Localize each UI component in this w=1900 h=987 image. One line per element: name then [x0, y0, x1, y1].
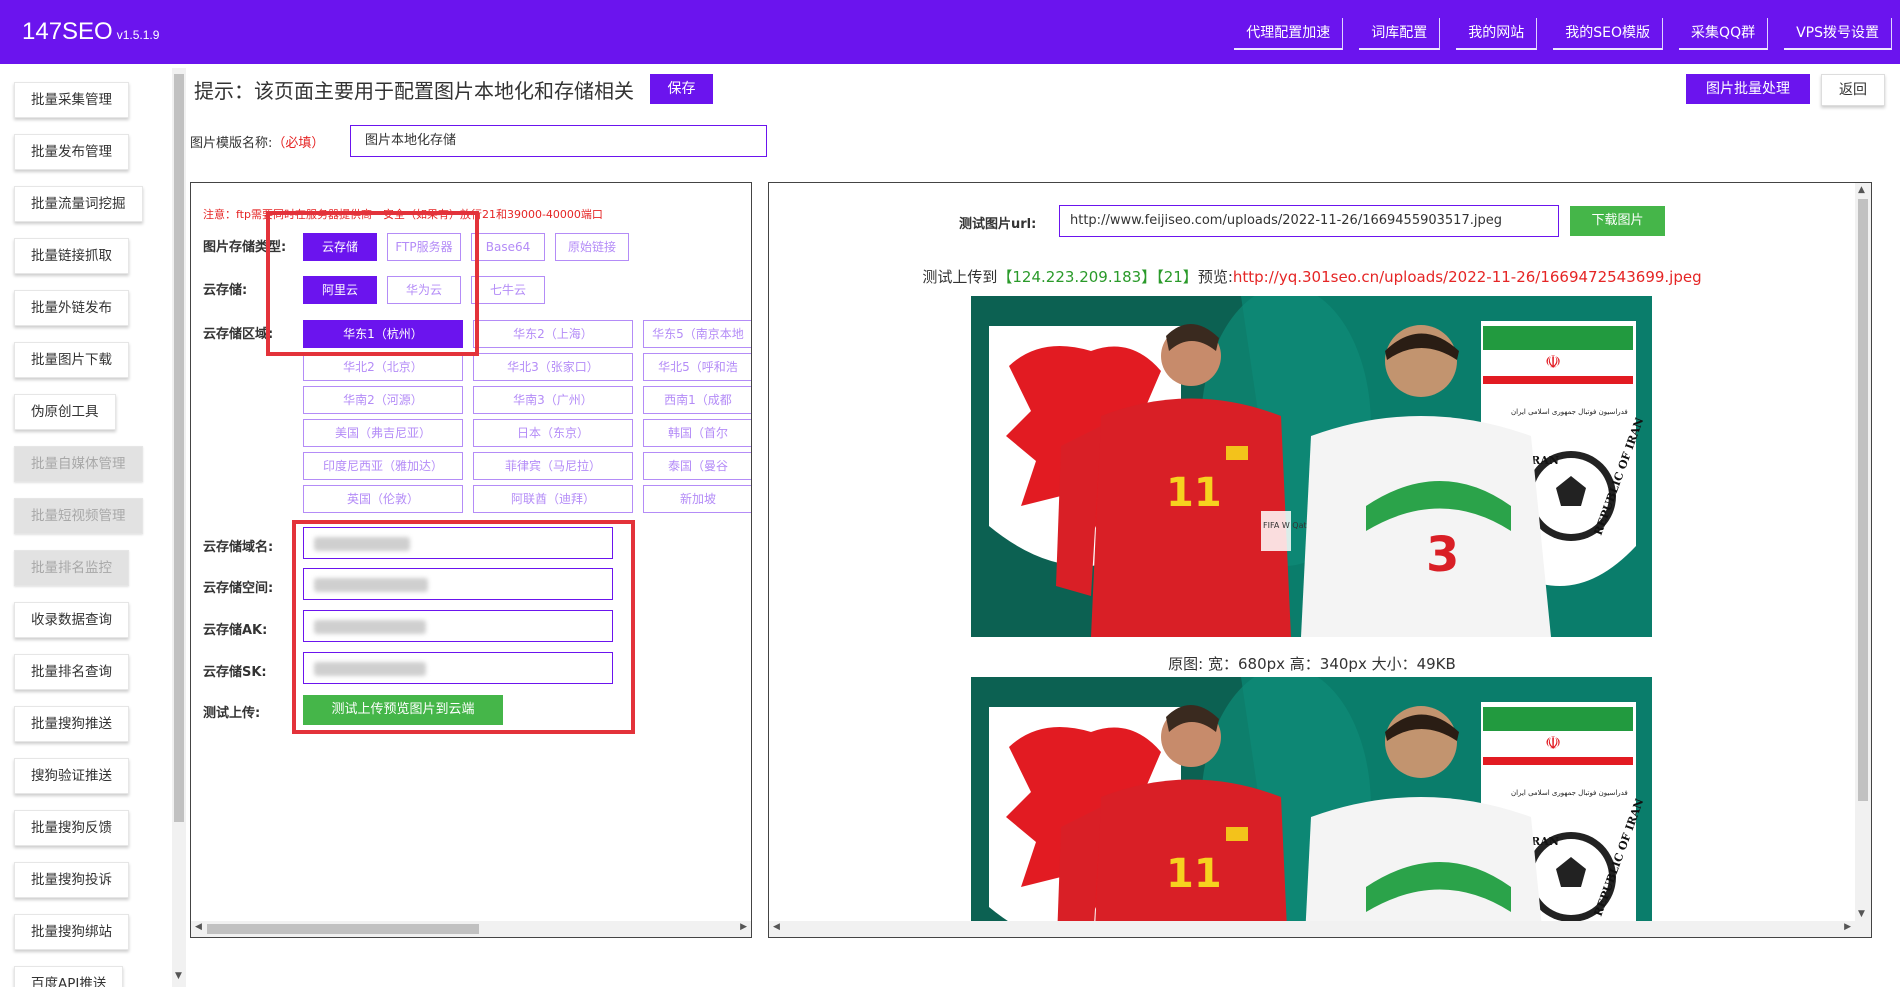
fifa-logo-text: FIFA W Qat — [1263, 521, 1307, 530]
test-upload-label: 测试上传: — [203, 706, 261, 721]
iran-emblem-icon: ☫ — [1545, 733, 1561, 754]
required-mark: （必填） — [272, 136, 325, 151]
sidebar-item-13[interactable]: 搜狗验证推送 — [14, 758, 129, 794]
back-button[interactable]: 返回 — [1821, 74, 1885, 106]
storage-type-option-3[interactable]: 原始链接 — [555, 233, 629, 261]
scroll-right-arrow-icon[interactable]: ▶ — [740, 922, 747, 932]
image-meta: 原图: 宽：680px 高：340px 大小：49KB — [1168, 655, 1456, 673]
app-brand: 147SEO v1.5.1.9 — [22, 18, 159, 46]
scroll-left-arrow-icon[interactable]: ◀ — [773, 922, 780, 932]
nav-my-seo-templates[interactable]: 我的SEO模版 — [1553, 18, 1664, 50]
region-option-4-2[interactable]: 泰国（曼谷 — [643, 452, 751, 480]
jersey-number-right: 3 — [1426, 527, 1459, 583]
right-vscroll-thumb[interactable] — [1858, 199, 1868, 801]
sidebar-item-16[interactable]: 批量搜狗绑站 — [14, 914, 129, 950]
region-option-3-0[interactable]: 美国（弗吉尼亚） — [303, 419, 463, 447]
nav-my-sites[interactable]: 我的网站 — [1456, 18, 1538, 50]
top-bar: 147SEO v1.5.1.9 代理配置加速 词库配置 我的网站 我的SEO模版 … — [0, 0, 1900, 64]
sidebar-item-1[interactable]: 批量发布管理 — [14, 134, 129, 170]
region-option-0-2[interactable]: 华东5（南京本地 — [643, 320, 751, 348]
highlight-box-storage-type — [266, 211, 479, 356]
preview-port: 【21】 — [1156, 268, 1198, 286]
sidebar-item-7[interactable]: 批量自媒体管理 — [14, 446, 143, 482]
sidebar-item-6[interactable]: 伪原创工具 — [14, 394, 116, 430]
sidebar-scrollbar[interactable]: ▼ — [172, 68, 186, 987]
scroll-left-arrow-icon[interactable]: ◀ — [195, 922, 202, 932]
cloud-option-2[interactable]: 七牛云 — [471, 276, 545, 304]
app-version: v1.5.1.9 — [116, 28, 160, 42]
ak-label: 云存储AK: — [203, 623, 268, 638]
sidebar-item-12[interactable]: 批量搜狗推送 — [14, 706, 129, 742]
sidebar: 批量采集管理 批量发布管理 批量流量词挖掘 批量链接抓取 批量外链发布 批量图片下载 伪原创… — [0, 64, 187, 987]
preview-link[interactable]: http://yq.301seo.cn/uploads/2022-11-26/1… — [1233, 268, 1702, 286]
test-url-label: 测试图片url: — [959, 217, 1037, 232]
download-image-button[interactable]: 下载图片 — [1570, 206, 1665, 236]
region-option-2-2[interactable]: 西南1（成都 — [643, 386, 751, 414]
space-label: 云存储空间: — [203, 581, 274, 596]
region-label: 云存储区域: — [203, 327, 274, 342]
sidebar-item-14[interactable]: 批量搜狗反馈 — [14, 810, 129, 846]
scroll-right-arrow-icon[interactable]: ▶ — [1844, 922, 1851, 932]
sidebar-item-17[interactable]: 百度API推送 — [14, 966, 124, 987]
nav-proxy-config[interactable]: 代理配置加速 — [1234, 18, 1344, 50]
test-url-input[interactable]: http://www.feijiseo.com/uploads/2022-11-… — [1059, 205, 1559, 237]
scroll-down-arrow-icon[interactable]: ▼ — [1858, 909, 1865, 919]
original-image: ☫ فدراسيون فوتبال جمهوری اسلامی ايران IR… — [971, 296, 1652, 637]
region-option-3-1[interactable]: 日本（东京） — [473, 419, 633, 447]
sidebar-item-9[interactable]: 批量排名监控 — [14, 550, 129, 586]
region-option-2-0[interactable]: 华南2（河源） — [303, 386, 463, 414]
sidebar-item-2[interactable]: 批量流量词挖掘 — [14, 186, 143, 222]
sidebar-item-15[interactable]: 批量搜狗投诉 — [14, 862, 129, 898]
region-option-5-1[interactable]: 阿联酋（迪拜） — [473, 485, 633, 513]
left-panel-hscrollbar[interactable]: ◀ ▶ — [191, 921, 751, 937]
region-option-0-1[interactable]: 华东2（上海） — [473, 320, 633, 348]
region-option-5-2[interactable]: 新加坡 — [643, 485, 751, 513]
preview-ip: 【124.223.209.183】 — [997, 268, 1157, 286]
template-name-input[interactable]: 图片本地化存储 — [350, 125, 767, 157]
region-option-1-2[interactable]: 华北5（呼和浩 — [643, 353, 751, 381]
scroll-down-arrow-icon[interactable]: ▼ — [175, 971, 182, 981]
iran-emblem-icon: ☫ — [1545, 352, 1561, 373]
region-option-3-2[interactable]: 韩国（首尔 — [643, 419, 751, 447]
image-preview-panel: 测试图片url: http://www.feijiseo.com/uploads… — [768, 182, 1872, 938]
sk-label: 云存储SK: — [203, 665, 267, 680]
sidebar-item-4[interactable]: 批量外链发布 — [14, 290, 129, 326]
persian-federation-text: فدراسيون فوتبال جمهوری اسلامی ايران — [1511, 408, 1628, 416]
region-option-1-1[interactable]: 华北3（张家口） — [473, 353, 633, 381]
nav-vps-dial[interactable]: VPS拨号设置 — [1784, 18, 1892, 50]
storage-type-option-2[interactable]: Base64 — [471, 233, 545, 261]
right-panel-hscrollbar[interactable]: ◀ ▶ — [769, 921, 1871, 937]
persian-federation-text: فدراسيون فوتبال جمهوری اسلامی ايران — [1511, 789, 1628, 797]
region-option-5-0[interactable]: 英国（伦敦） — [303, 485, 463, 513]
nav-wordbank-config[interactable]: 词库配置 — [1359, 18, 1441, 50]
sidebar-item-10[interactable]: 收录数据查询 — [14, 602, 129, 638]
region-option-2-1[interactable]: 华南3（广州） — [473, 386, 633, 414]
save-button[interactable]: 保存 — [650, 74, 713, 104]
sidebar-item-8[interactable]: 批量短视频管理 — [14, 498, 143, 534]
sidebar-scroll-thumb[interactable] — [174, 74, 184, 822]
scroll-up-arrow-icon[interactable]: ▲ — [1858, 185, 1865, 195]
domain-label: 云存储域名: — [203, 540, 274, 555]
cloud-label: 云存储: — [203, 283, 248, 298]
uploaded-preview-image: ☫ فدراسيون فوتبال جمهوری اسلامی ايران IR… — [971, 677, 1652, 937]
jersey-number-left: 11 — [1166, 470, 1222, 516]
sidebar-item-0[interactable]: 批量采集管理 — [14, 82, 129, 118]
highlight-box-credentials — [292, 520, 635, 734]
app-name: 147SEO — [22, 18, 113, 45]
sidebar-item-5[interactable]: 批量图片下载 — [14, 342, 129, 378]
left-hscroll-thumb[interactable] — [207, 924, 479, 934]
jersey-number-left: 11 — [1166, 851, 1222, 897]
region-option-1-0[interactable]: 华北2（北京） — [303, 353, 463, 381]
batch-image-process-button[interactable]: 图片批量处理 — [1686, 74, 1810, 104]
nav-qq-group[interactable]: 采集QQ群 — [1679, 18, 1769, 50]
sidebar-item-3[interactable]: 批量链接抓取 — [14, 238, 129, 274]
upload-preview-line: 测试上传到【124.223.209.183】【21】预览:http://yq.3… — [922, 268, 1702, 286]
right-panel-vscrollbar[interactable]: ▲ ▼ — [1855, 183, 1871, 921]
template-name-label: 图片模版名称:（必填） — [190, 136, 325, 151]
region-option-4-1[interactable]: 菲律宾（马尼拉） — [473, 452, 633, 480]
top-nav: 代理配置加速 词库配置 我的网站 我的SEO模版 采集QQ群 VPS拨号设置 — [1234, 18, 1892, 50]
page-hint: 提示：该页面主要用于配置图片本地化和存储相关 — [194, 79, 634, 103]
sidebar-item-11[interactable]: 批量排名查询 — [14, 654, 129, 690]
region-option-4-0[interactable]: 印度尼西亚（雅加达） — [303, 452, 463, 480]
